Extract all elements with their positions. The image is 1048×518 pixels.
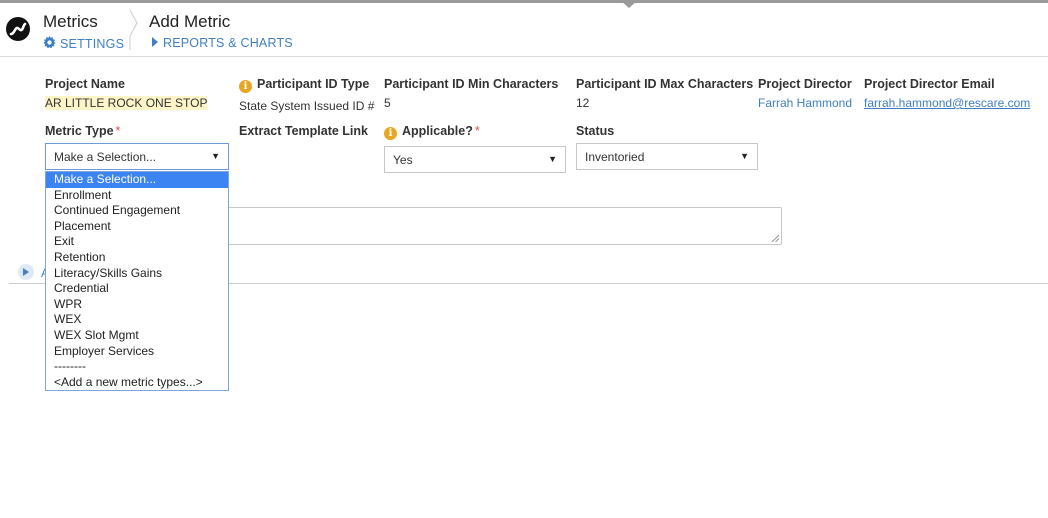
gear-icon <box>43 36 56 52</box>
app-logo-icon[interactable] <box>6 17 30 41</box>
caret-right-icon <box>23 268 29 276</box>
settings-label: SETTINGS <box>60 37 125 51</box>
chevron-down-icon: ▼ <box>548 154 557 164</box>
info-icon[interactable]: i <box>384 127 397 140</box>
description-textarea[interactable] <box>210 207 782 245</box>
project-name-value: AR LITTLE ROCK ONE STOP <box>45 96 208 110</box>
extract-template-label: Extract Template Link <box>239 124 368 138</box>
dropdown-option[interactable]: <Add a new metric types...> <box>46 375 228 391</box>
breadcrumb-separator <box>129 9 138 50</box>
participant-id-min-label: Participant ID Min Characters <box>384 77 559 91</box>
participant-id-max-value: 12 <box>576 96 590 110</box>
project-director-link[interactable]: Farrah Hammond <box>758 96 852 110</box>
dropdown-option[interactable]: Literacy/Skills Gains <box>46 266 228 282</box>
status-select[interactable]: Inventoried ▼ <box>576 143 758 170</box>
metric-type-dropdown-list[interactable]: Make a Selection... Enrollment Continued E… <box>45 171 229 391</box>
applicable-select[interactable]: Yes ▼ <box>384 146 566 173</box>
participant-id-type-label: i Participant ID Type <box>239 77 369 93</box>
participant-id-max-label: Participant ID Max Characters <box>576 77 754 91</box>
caret-right-icon <box>151 36 159 50</box>
dropdown-option[interactable]: Exit <box>46 234 228 250</box>
dropdown-option[interactable]: WPR <box>46 297 228 313</box>
dropdown-option[interactable]: WEX Slot Mgmt <box>46 328 228 344</box>
dropdown-option[interactable]: Retention <box>46 250 228 266</box>
header-divider <box>0 56 1048 57</box>
dropdown-option[interactable]: Credential <box>46 281 228 297</box>
project-name-label: Project Name <box>45 77 125 91</box>
dropdown-option[interactable]: Continued Engagement <box>46 203 228 219</box>
project-director-label: Project Director <box>758 77 852 91</box>
project-director-email-link[interactable]: farrah.hammond@rescare.com <box>864 96 1030 110</box>
chevron-down-icon: ▼ <box>740 151 749 161</box>
participant-id-min-value: 5 <box>384 96 391 110</box>
dropdown-option[interactable]: Placement <box>46 219 228 235</box>
section-expander[interactable] <box>18 264 34 280</box>
status-selected: Inventoried <box>585 150 645 164</box>
info-icon[interactable]: i <box>239 80 252 93</box>
dropdown-option[interactable]: Enrollment <box>46 188 228 204</box>
applicable-selected: Yes <box>393 153 413 167</box>
chevron-down-icon: ▼ <box>211 151 220 161</box>
metric-type-select[interactable]: Make a Selection... ▼ <box>45 143 229 170</box>
dropdown-option[interactable]: Employer Services <box>46 344 228 360</box>
page-title: Add Metric <box>149 12 231 31</box>
dropdown-option[interactable]: WEX <box>46 312 228 328</box>
participant-id-type-value: State System Issued ID # <box>239 99 375 113</box>
reports-charts-link[interactable]: REPORTS & CHARTS <box>151 36 293 50</box>
metric-type-label: Metric Type * <box>45 124 121 138</box>
resize-handle-icon[interactable] <box>771 234 779 242</box>
app-title[interactable]: Metrics <box>43 12 98 32</box>
required-asterisk: * <box>474 124 480 138</box>
status-label: Status <box>576 124 615 138</box>
dropdown-option[interactable]: Make a Selection... <box>46 172 228 188</box>
dropdown-option[interactable]: -------- <box>46 359 228 375</box>
applicable-label: i Applicable? * <box>384 124 480 140</box>
metric-type-selected: Make a Selection... <box>54 150 157 164</box>
reports-charts-label: REPORTS & CHARTS <box>163 36 293 50</box>
project-director-email-label: Project Director Email <box>864 77 995 91</box>
settings-link[interactable]: SETTINGS <box>43 36 124 52</box>
top-border-notch <box>621 1 637 8</box>
top-border <box>0 0 1048 3</box>
required-asterisk: * <box>115 124 121 138</box>
